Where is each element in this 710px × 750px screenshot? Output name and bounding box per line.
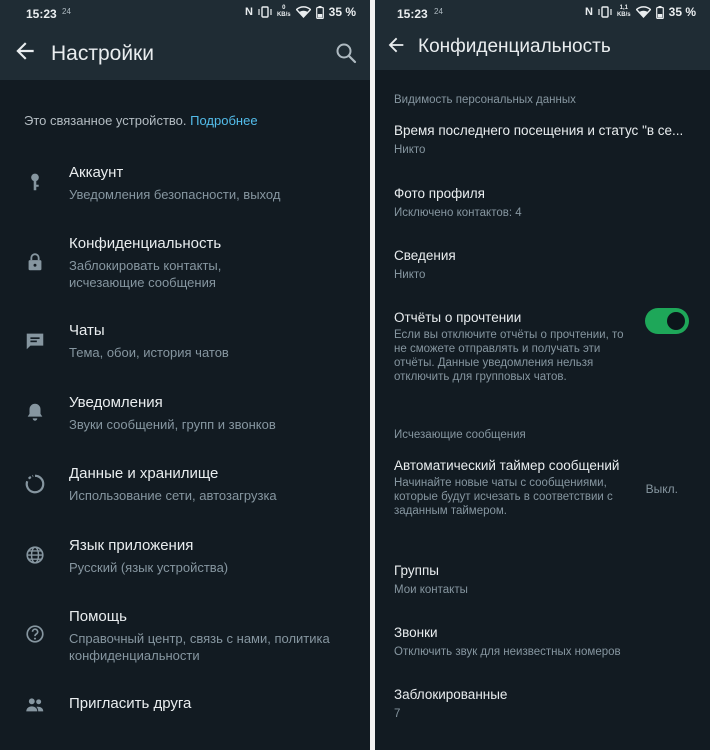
status-indicator: 24: [62, 7, 71, 16]
message-timer-value: Выкл.: [645, 482, 678, 496]
vibrate-icon: [258, 6, 272, 18]
setting-value: Исключено контактов: 4: [394, 207, 522, 219]
setting-title: Звонки: [394, 625, 438, 640]
setting-description: Если вы отключите отчёты о прочтении, то…: [394, 329, 624, 383]
nfc-icon: N: [245, 6, 253, 18]
network-speed-unit: KB/s: [276, 12, 291, 18]
settings-screen: 15:23 24 N 0 KB/s 35 % Настройки Это связ…: [0, 0, 370, 750]
profile-photo-setting[interactable]: Фото профиля Исключено контактов: 4: [394, 186, 694, 220]
settings-item-subtitle: Заблокировать контакты, исчезающие сообщ…: [69, 258, 222, 290]
status-indicator: 24: [434, 7, 443, 16]
settings-item-invite[interactable]: Пригласить друга: [0, 693, 370, 723]
battery-percent: 35 %: [668, 5, 696, 19]
calls-setting[interactable]: Звонки Отключить звук для неизвестных но…: [394, 625, 694, 659]
back-arrow-icon[interactable]: [385, 34, 407, 56]
blocked-setting[interactable]: Заблокированные 7: [394, 687, 694, 721]
setting-value: Никто: [394, 269, 426, 281]
setting-value: Мои контакты: [394, 584, 468, 596]
about-setting[interactable]: Сведения Никто: [394, 248, 694, 282]
settings-item-subtitle: Русский (язык устройства): [69, 560, 229, 575]
setting-value: 7: [394, 708, 401, 720]
status-bar: 15:23 24 N 0 KB/s 35 %: [0, 0, 370, 28]
settings-item-account[interactable]: Аккаунт Уведомления безопасности, выход: [0, 162, 370, 222]
settings-item-title: Конфиденциальность: [69, 235, 222, 252]
people-icon: [26, 698, 44, 712]
wifi-icon: [635, 6, 651, 18]
wifi-icon: [295, 6, 311, 18]
groups-setting[interactable]: Группы Мои контакты: [394, 563, 694, 597]
status-bar: 15:23 24 N 1,1 KB/s 35 %: [375, 0, 710, 28]
setting-value: Никто: [394, 144, 426, 156]
page-title: Конфиденциальность: [418, 36, 611, 57]
setting-title: Фото профиля: [394, 186, 485, 201]
privacy-screen: 15:23 24 N 1,1 KB/s 35 % Конфиденциальнос…: [375, 0, 710, 750]
network-speed-value: 0: [282, 5, 286, 11]
settings-item-title: Язык приложения: [69, 537, 194, 554]
setting-title: Отчёты о прочтении: [394, 310, 522, 325]
linked-device-notice: Это связанное устройство. Подробнее: [24, 113, 258, 128]
screenshot-pair: 15:23 24 N 0 KB/s 35 % Настройки Это связ…: [0, 0, 710, 750]
settings-item-notifications[interactable]: Уведомления Звуки сообщений, групп и зво…: [0, 392, 370, 442]
globe-icon: [26, 546, 44, 564]
section-header-visibility: Видимость персональных данных: [394, 94, 576, 106]
privacy-app-bar: Конфиденциальность: [375, 28, 710, 70]
nfc-icon: N: [585, 6, 593, 18]
settings-item-chats[interactable]: Чаты Тема, обои, история чатов: [0, 320, 370, 370]
linked-device-text: Это связанное устройство.: [24, 113, 187, 128]
setting-title: Автоматический таймер сообщений: [394, 458, 620, 473]
setting-value: Отключить звук для неизвестных номеров: [394, 646, 621, 658]
status-time: 15:23: [26, 7, 57, 21]
network-speed-unit: KB/s: [616, 12, 631, 18]
back-arrow-icon[interactable]: [12, 38, 38, 64]
status-time: 15:23: [397, 7, 428, 21]
lock-icon: [28, 253, 42, 271]
section-header-disappearing: Исчезающие сообщения: [394, 429, 526, 441]
message-timer-setting[interactable]: Автоматический таймер сообщений Начинайт…: [394, 458, 639, 518]
settings-item-title: Пригласить друга: [69, 695, 192, 712]
settings-item-subtitle: Тема, обои, история чатов: [69, 345, 229, 360]
settings-item-title: Помощь: [69, 608, 127, 625]
settings-item-subtitle: Звуки сообщений, групп и звонков: [69, 417, 276, 432]
settings-item-title: Уведомления: [69, 394, 163, 411]
page-title: Настройки: [51, 42, 154, 65]
learn-more-link[interactable]: Подробнее: [190, 113, 257, 128]
bell-icon: [27, 403, 43, 421]
settings-item-subtitle: Справочный центр, связь с нами, политика…: [69, 631, 330, 663]
vibrate-icon: [598, 6, 612, 18]
setting-title: Сведения: [394, 248, 456, 263]
settings-item-language[interactable]: Язык приложения Русский (язык устройства…: [0, 535, 370, 585]
setting-title: Заблокированные: [394, 687, 508, 702]
setting-description: Начинайте новые чаты с сообщениями, кото…: [394, 477, 613, 517]
key-icon: [31, 173, 39, 191]
read-receipts-setting[interactable]: Отчёты о прочтении Если вы отключите отч…: [394, 310, 639, 384]
settings-item-title: Чаты: [69, 322, 105, 339]
network-speed-value: 1,1: [619, 5, 628, 11]
battery-icon: [655, 5, 664, 19]
settings-item-title: Аккаунт: [69, 164, 124, 181]
battery-percent: 35 %: [328, 5, 356, 19]
help-icon: [26, 625, 44, 643]
read-receipts-toggle[interactable]: [645, 308, 689, 334]
settings-item-subtitle: Использование сети, автозагрузка: [69, 488, 277, 503]
search-icon[interactable]: [334, 41, 358, 65]
last-seen-setting[interactable]: Время последнего посещения и статус "в с…: [394, 123, 694, 157]
settings-item-privacy[interactable]: Конфиденциальность Заблокировать контакт…: [0, 233, 370, 295]
toggle-knob: [667, 312, 685, 330]
settings-item-title: Данные и хранилище: [69, 465, 219, 482]
settings-item-storage[interactable]: Данные и хранилище Использование сети, а…: [0, 463, 370, 513]
settings-item-subtitle: Уведомления безопасности, выход: [69, 187, 281, 202]
settings-app-bar: Настройки: [0, 28, 370, 80]
setting-title: Время последнего посещения и статус "в с…: [394, 123, 684, 138]
settings-item-help[interactable]: Помощь Справочный центр, связь с нами, п…: [0, 606, 370, 668]
setting-title: Группы: [394, 563, 439, 578]
battery-icon: [315, 5, 324, 19]
storage-icon: [25, 474, 45, 494]
chat-icon: [26, 333, 44, 350]
